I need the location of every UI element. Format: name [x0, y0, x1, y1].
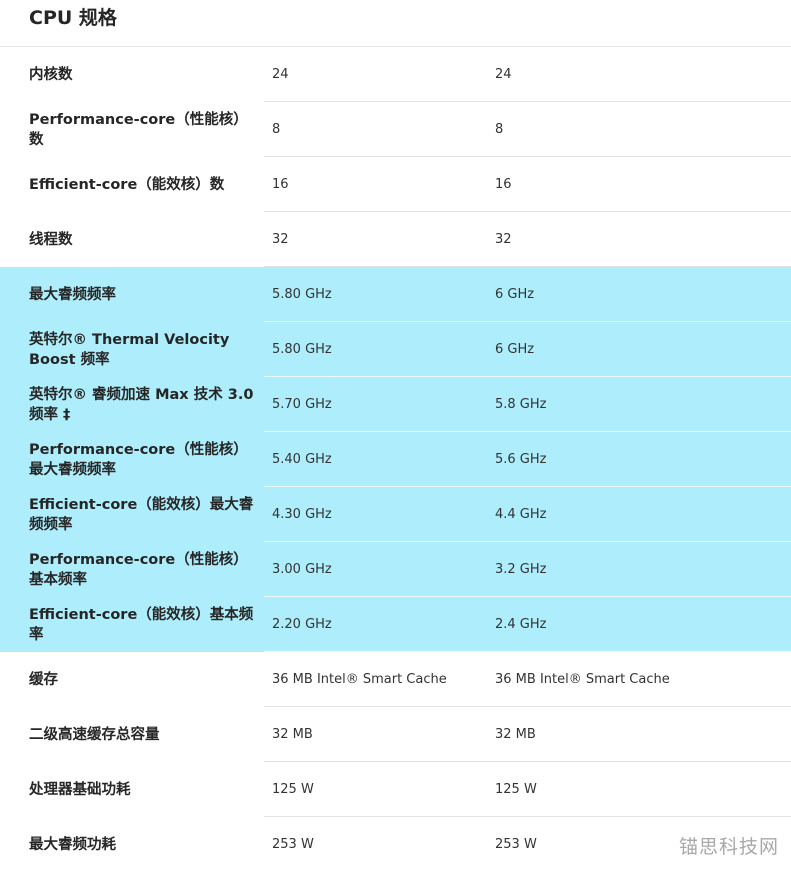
spec-label: Efficient-core（能效核）数 — [29, 157, 255, 212]
spec-value-col1: 3.00 GHz — [272, 561, 332, 577]
spec-value-col2: 2.4 GHz — [495, 616, 547, 632]
spec-label-text: 最大睿频频率 — [29, 286, 116, 303]
spec-value-col1: 8 — [272, 121, 281, 137]
spec-row: Efficient-core（能效核）最大睿频频率 4.30 GHz 4.4 GHz — [0, 487, 791, 542]
spec-value-col2: 5.8 GHz — [495, 396, 547, 412]
title-bar: CPU 规格 — [0, 0, 791, 47]
spec-table: 内核数 24 24 Performance-core（性能核）数 8 8 Efficient… — [0, 47, 791, 871]
spec-row: 英特尔® 睿频加速 Max 技术 3.0 频率 ‡ 5.70 GHz 5.8 GHz — [0, 377, 791, 432]
spec-value-col2: 4.4 GHz — [495, 506, 547, 522]
spec-row: Performance-core（性能核）最大睿频频率 5.40 GHz 5.6 G… — [0, 432, 791, 487]
spec-value-col2: 6 GHz — [495, 341, 535, 357]
spec-value-col1: 24 — [272, 66, 289, 82]
spec-value-col2: 253 W — [495, 836, 537, 852]
spec-row: 线程数 32 32 — [0, 212, 791, 267]
spec-label: Efficient-core（能效核）最大睿频频率 — [29, 487, 255, 542]
spec-value-col1: 36 MB Intel® Smart Cache — [272, 671, 447, 687]
spec-value-col1: 32 — [272, 231, 289, 247]
spec-label-text: Performance-core（性能核）最大睿频频率 — [29, 441, 248, 478]
spec-value-col1: 2.20 GHz — [272, 616, 332, 632]
spec-value-col1: 5.80 GHz — [272, 341, 332, 357]
spec-label: 英特尔® Thermal Velocity Boost 频率 — [29, 322, 255, 377]
spec-value-col1: 125 W — [272, 781, 314, 797]
spec-label: Performance-core（性能核）基本频率 — [29, 542, 255, 597]
spec-label: 缓存 — [29, 652, 255, 707]
spec-label: 处理器基础功耗 — [29, 762, 255, 817]
spec-value-col1: 16 — [272, 176, 289, 192]
spec-row: 最大睿频功耗 253 W 253 W — [0, 817, 791, 871]
spec-row: Performance-core（性能核）数 8 8 — [0, 102, 791, 157]
spec-label-text: Efficient-core（能效核）基本频率 — [29, 606, 254, 643]
spec-label-text: 内核数 — [29, 66, 73, 83]
spec-value-col1: 32 MB — [272, 726, 313, 742]
spec-label-text: Performance-core（性能核）数 — [29, 111, 248, 148]
spec-value-col2: 16 — [495, 176, 512, 192]
spec-row: 二级高速缓存总容量 32 MB 32 MB — [0, 707, 791, 762]
spec-label-text: 缓存 — [29, 671, 58, 688]
spec-row: 英特尔® Thermal Velocity Boost 频率 5.80 GHz 6 … — [0, 322, 791, 377]
spec-label: Efficient-core（能效核）基本频率 — [29, 597, 255, 652]
spec-label-text: Efficient-core（能效核）数 — [29, 176, 225, 193]
spec-value-col2: 32 MB — [495, 726, 536, 742]
spec-page: CPU 规格 内核数 24 24 Performance-core（性能核）数 8 8 Ef… — [0, 0, 791, 871]
spec-label: 线程数 — [29, 212, 255, 267]
spec-label-text: Performance-core（性能核）基本频率 — [29, 551, 248, 588]
spec-label: Performance-core（性能核）数 — [29, 102, 255, 157]
spec-label: 最大睿频频率 — [29, 267, 255, 322]
spec-row: 缓存 36 MB Intel® Smart Cache 36 MB Intel® S… — [0, 652, 791, 707]
spec-label-text: Efficient-core（能效核）最大睿频频率 — [29, 496, 254, 533]
spec-value-col1: 5.40 GHz — [272, 451, 332, 467]
spec-value-col2: 8 — [495, 121, 504, 137]
spec-value-col2: 6 GHz — [495, 286, 535, 302]
spec-label: 最大睿频功耗 — [29, 817, 255, 871]
spec-label: 二级高速缓存总容量 — [29, 707, 255, 762]
page-title: CPU 规格 — [29, 7, 117, 29]
spec-label-text: 英特尔® Thermal Velocity Boost 频率 — [29, 331, 230, 368]
spec-value-col2: 32 — [495, 231, 512, 247]
spec-value-col2: 125 W — [495, 781, 537, 797]
spec-label-text: 最大睿频功耗 — [29, 836, 116, 853]
spec-label-text: 二级高速缓存总容量 — [29, 726, 160, 743]
spec-row: Efficient-core（能效核）基本频率 2.20 GHz 2.4 GHz — [0, 597, 791, 652]
spec-row: 内核数 24 24 — [0, 47, 791, 102]
spec-value-col1: 4.30 GHz — [272, 506, 332, 522]
spec-label-text: 处理器基础功耗 — [29, 781, 131, 798]
spec-value-col1: 5.70 GHz — [272, 396, 332, 412]
spec-value-col2: 5.6 GHz — [495, 451, 547, 467]
watermark: 锚思科技网 — [678, 836, 779, 858]
spec-value-col2: 36 MB Intel® Smart Cache — [495, 671, 670, 687]
spec-value-col1: 253 W — [272, 836, 314, 852]
spec-row: 最大睿频频率 5.80 GHz 6 GHz — [0, 267, 791, 322]
spec-label-text: 英特尔® 睿频加速 Max 技术 3.0 频率 ‡ — [29, 386, 254, 423]
spec-value-col2: 24 — [495, 66, 512, 82]
spec-row: 处理器基础功耗 125 W 125 W — [0, 762, 791, 817]
spec-label: 内核数 — [29, 47, 255, 102]
spec-value-col1: 5.80 GHz — [272, 286, 332, 302]
spec-row: Performance-core（性能核）基本频率 3.00 GHz 3.2 GHz — [0, 542, 791, 597]
spec-row: Efficient-core（能效核）数 16 16 — [0, 157, 791, 212]
spec-label: 英特尔® 睿频加速 Max 技术 3.0 频率 ‡ — [29, 377, 255, 432]
spec-label-text: 线程数 — [29, 231, 73, 248]
spec-label: Performance-core（性能核）最大睿频频率 — [29, 432, 255, 487]
spec-value-col2: 3.2 GHz — [495, 561, 547, 577]
